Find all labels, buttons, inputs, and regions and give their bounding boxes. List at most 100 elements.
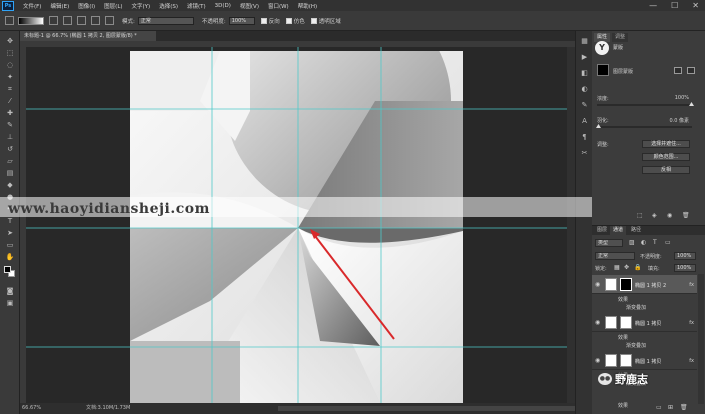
foreground-color-swatch[interactable] — [4, 266, 11, 273]
menu-edit[interactable]: 编辑(E) — [50, 2, 69, 10]
menu-layer[interactable]: 图层(L) — [104, 2, 122, 10]
horizontal-scrollbar[interactable] — [278, 406, 578, 411]
swatches-panel-icon[interactable]: ◧ — [580, 69, 589, 78]
layer-row[interactable]: ◉ 椭圆 1 拷贝 fx — [592, 313, 697, 332]
gradient-picker[interactable] — [18, 16, 44, 25]
actions-panel-icon[interactable]: ▶ — [580, 53, 589, 62]
layer-row[interactable]: ◉ 椭圆 1 拷贝 2 fx — [592, 275, 697, 294]
eyedropper-tool-icon[interactable]: ⁄ — [5, 97, 15, 105]
lock-position-icon[interactable]: ✥ — [624, 264, 629, 271]
menu-window[interactable]: 窗口(W) — [268, 2, 289, 10]
visibility-eye-icon[interactable]: ◉ — [595, 281, 600, 288]
radial-gradient-icon[interactable] — [63, 16, 72, 25]
new-group-icon[interactable]: ▭ — [656, 404, 662, 411]
minimize-icon[interactable]: — — [649, 0, 657, 11]
effect-gradient-overlay[interactable]: 渐变叠加 — [626, 342, 646, 349]
history-panel-icon[interactable]: ▦ — [580, 37, 589, 46]
filter-type-icon[interactable]: T — [653, 239, 657, 246]
canvas-area[interactable] — [20, 41, 575, 403]
close-icon[interactable]: ✕ — [692, 0, 699, 11]
character-panel-icon[interactable]: A — [580, 117, 589, 126]
load-selection-icon[interactable]: ⬚ — [637, 212, 643, 219]
brush-panel-icon[interactable]: ✎ — [580, 101, 589, 110]
blur-tool-icon[interactable]: ◆ — [5, 181, 15, 189]
linear-gradient-icon[interactable] — [49, 16, 58, 25]
mask-visibility-icon[interactable]: ◉ — [667, 212, 672, 219]
apply-mask-icon[interactable]: ◈ — [652, 212, 657, 219]
crop-tool-icon[interactable]: ⌗ — [5, 85, 15, 93]
quick-select-tool-icon[interactable]: ✦ — [5, 73, 15, 81]
delete-mask-icon[interactable]: 🗑 — [682, 212, 690, 219]
layers-scrollbar[interactable] — [698, 274, 704, 404]
density-slider[interactable] — [597, 104, 692, 106]
visibility-eye-icon[interactable]: ◉ — [595, 357, 600, 364]
menu-view[interactable]: 视图(V) — [240, 2, 259, 10]
quick-mask-icon[interactable]: ◙ — [5, 287, 15, 295]
filter-pixel-icon[interactable]: ▨ — [629, 239, 635, 246]
brush-tool-icon[interactable]: ✎ — [5, 121, 15, 129]
color-range-button[interactable]: 颜色范围... — [642, 153, 690, 161]
menu-3d[interactable]: 3D(D) — [215, 3, 231, 9]
maximize-icon[interactable]: ☐ — [671, 0, 678, 11]
screen-mode-icon[interactable]: ▣ — [5, 299, 15, 307]
select-and-mask-button[interactable]: 选择并遮住... — [642, 140, 690, 148]
add-vector-mask-button[interactable] — [687, 67, 695, 74]
transparency-checkbox[interactable] — [310, 17, 317, 24]
lasso-tool-icon[interactable]: ◌ — [5, 61, 15, 69]
feather-value[interactable]: 0.0 像素 — [669, 117, 689, 124]
add-pixel-mask-button[interactable] — [674, 67, 682, 74]
eraser-tool-icon[interactable]: ▱ — [5, 157, 15, 165]
layer-row[interactable]: ◉ 椭圆 1 拷贝 fx — [592, 351, 697, 370]
blend-mode-select[interactable]: 正常 — [595, 252, 635, 260]
layer-mask-thumbnail[interactable] — [620, 354, 632, 367]
zoom-level[interactable]: 66.67% — [22, 403, 41, 414]
tool-presets-icon[interactable]: ✂ — [580, 149, 589, 158]
gradient-tool-icon[interactable]: ▤ — [5, 169, 15, 177]
gradient-tool-icon[interactable] — [5, 16, 14, 25]
tab-channels[interactable]: 通道 — [610, 226, 627, 235]
new-layer-icon[interactable]: ⊞ — [668, 404, 673, 411]
tab-paths[interactable]: 路径 — [628, 226, 644, 235]
layer-filter-select[interactable]: 类型 — [595, 239, 623, 247]
menu-type[interactable]: 文字(Y) — [132, 2, 151, 10]
stamp-tool-icon[interactable]: ⊥ — [5, 133, 15, 141]
layer-fx-icon[interactable]: fx — [689, 358, 694, 364]
feather-slider[interactable] — [597, 126, 692, 128]
type-tool-icon[interactable]: T — [5, 217, 15, 225]
paragraph-panel-icon[interactable]: ¶ — [580, 133, 589, 142]
path-select-tool-icon[interactable]: ➤ — [5, 229, 15, 237]
lock-all-icon[interactable]: 🔒 — [634, 264, 641, 271]
menu-filter[interactable]: 滤镜(T) — [187, 2, 206, 10]
layer-opacity-field[interactable]: 100% — [674, 252, 696, 260]
fill-field[interactable]: 100% — [674, 264, 696, 272]
tab-adjustments[interactable]: 调整 — [612, 33, 629, 42]
hand-tool-icon[interactable]: ✋ — [5, 253, 15, 261]
tab-layers[interactable]: 图层 — [594, 226, 610, 235]
menu-select[interactable]: 选择(S) — [159, 2, 178, 10]
filter-shape-icon[interactable]: ▭ — [665, 239, 671, 246]
angle-gradient-icon[interactable] — [77, 16, 86, 25]
filter-adjustment-icon[interactable]: ◐ — [641, 239, 646, 246]
reverse-checkbox[interactable] — [260, 17, 267, 24]
visibility-eye-icon[interactable]: ◉ — [595, 319, 600, 326]
layer-mask-thumbnail[interactable] — [620, 316, 632, 329]
color-panel-icon[interactable]: ◐ — [580, 85, 589, 94]
mode-select[interactable]: 正常 — [137, 16, 194, 25]
shape-tool-icon[interactable]: ▭ — [5, 241, 15, 249]
vertical-scrollbar[interactable] — [567, 47, 575, 403]
invert-button[interactable]: 反相 — [642, 166, 690, 174]
opacity-field[interactable]: 100% — [228, 16, 255, 25]
layer-fx-icon[interactable]: fx — [689, 320, 694, 326]
healing-tool-icon[interactable]: ✚ — [5, 109, 15, 117]
effect-gradient-overlay[interactable]: 渐变叠加 — [626, 304, 646, 311]
layer-fx-icon[interactable]: fx — [689, 282, 694, 288]
marquee-tool-icon[interactable]: ⬚ — [5, 49, 15, 57]
delete-layer-icon[interactable]: 🗑 — [680, 404, 688, 411]
dither-checkbox[interactable] — [285, 17, 292, 24]
layer-mask-thumbnail[interactable] — [620, 278, 632, 291]
menu-help[interactable]: 帮助(H) — [298, 2, 317, 10]
diamond-gradient-icon[interactable] — [105, 16, 114, 25]
menu-image[interactable]: 图像(I) — [78, 2, 95, 10]
color-swatches[interactable] — [4, 266, 16, 278]
document-tab[interactable]: 未标题-1 @ 66.7% (椭圆 1 拷贝 2, 图层蒙版/8) * — [20, 31, 156, 41]
